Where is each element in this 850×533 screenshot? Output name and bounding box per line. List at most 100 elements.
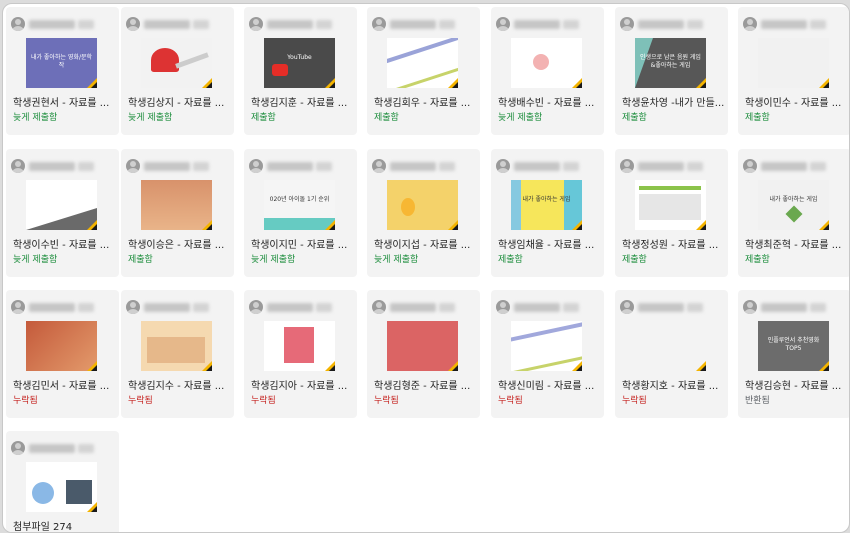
student-name-blurred [638,162,684,171]
submission-card[interactable]: 학생이민수 - 자료를 ... 제출함 [738,7,849,135]
slides-corner-icon [700,365,706,371]
slides-corner-icon [576,224,582,230]
avatar [496,300,510,314]
submission-card[interactable]: 내가 좋아하는 게임학생최준혁 - 자료를 ... 제출함 [738,149,849,277]
submission-title: 학생황지호 - 자료를 ... [622,381,719,392]
attachment-thumbnail[interactable] [758,38,829,88]
submission-card[interactable]: 020년 아이돌 1기 순위 학생이지민 - 자료를 ... 늦게 제출함 [244,149,357,277]
attachment-thumbnail[interactable] [26,462,97,512]
avatar [496,159,510,173]
slides-corner-icon [823,224,829,230]
attachment-thumbnail[interactable]: 내가 좋아하는 영화/문학작 [26,38,97,88]
submission-card[interactable]: 첨부파일 274 [6,431,119,533]
student-name-blurred [439,303,455,312]
student-name-blurred [810,303,826,312]
thumbnail-text: 내가 좋아하는 게임 [769,196,818,203]
attachment-thumbnail[interactable] [141,321,212,371]
student-name-blurred [144,20,190,29]
attachment-thumbnail[interactable] [635,321,706,371]
avatar [126,17,140,31]
submission-card[interactable]: 학생김상지 - 자료를 ... 늦게 제출함 [121,7,234,135]
thumbnail-text: 인생으로 남은 음원 게임&좋아하는 게임 [640,54,701,69]
submission-card[interactable]: 학생배수빈 - 자료를 ... 늦게 제출함 [491,7,604,135]
submission-title: 학생신미림 - 자료를 ... [498,381,595,392]
submission-status: 누락됨 [498,396,523,406]
attachment-thumbnail[interactable] [26,321,97,371]
submission-status: 누락됨 [251,396,276,406]
attachment-thumbnail[interactable]: YouTube [264,38,335,88]
submission-status: 늦게 제출함 [498,113,543,123]
submission-status: 누락됨 [13,396,38,406]
submission-card[interactable]: 학생김민서 - 자료를 ... 누락됨 [6,290,119,418]
attachment-thumbnail[interactable]: 내가 좋아하는 게임 [758,180,829,230]
slides-corner-icon [576,365,582,371]
student-name-blurred [514,303,560,312]
submission-card[interactable]: 내가 좋아하는 게임 학생임채율 - 자료를 ... 제출함 [491,149,604,277]
slides-corner-icon [206,224,212,230]
submission-card[interactable]: 인생으로 남은 음원 게임&좋아하는 게임 학생윤차영 -내가 만들... 제출함 [615,7,728,135]
submission-card[interactable]: 학생신미림 - 자료를 ... 누락됨 [491,290,604,418]
submission-title: 학생김지아 - 자료를 ... [251,381,348,392]
student-name-blurred [267,162,313,171]
submission-card[interactable]: 학생이수빈 - 자료를 ... 늦게 제출함 [6,149,119,277]
submission-title: 학생김형준 - 자료를 ... [374,381,471,392]
attachment-thumbnail[interactable] [635,180,706,230]
avatar [249,300,263,314]
submission-card[interactable]: 학생이지섭 - 자료를 ... 늦게 제출함 [367,149,480,277]
attachment-thumbnail[interactable] [387,321,458,371]
student-name-blurred [29,303,75,312]
submission-card[interactable]: 학생김회우 - 자료를 ... 제출함 [367,7,480,135]
submission-status: 반환됨 [745,396,770,406]
submission-status: 늦게 제출함 [251,255,296,265]
submission-card[interactable]: 학생정성원 - 자료를 ... 제출함 [615,149,728,277]
student-name-blurred [687,20,703,29]
attachment-thumbnail[interactable]: 인생으로 남은 음원 게임&좋아하는 게임 [635,38,706,88]
attachment-thumbnail[interactable] [141,180,212,230]
avatar [372,159,386,173]
attachment-thumbnail[interactable] [511,321,582,371]
submission-status: 제출함 [745,255,770,265]
submission-title: 첨부파일 274 [13,522,73,533]
slides-corner-icon [91,224,97,230]
submission-title: 학생이승은 - 자료를 ... [128,240,225,251]
submission-card[interactable]: 내가 좋아하는 영화/문학작 학생권현서 - 자료를 ... 늦게 제출함 [6,7,119,135]
submission-status: 늦게 제출함 [128,113,173,123]
slides-corner-icon [329,365,335,371]
submission-title: 학생최준혁 - 자료를 ... [745,240,842,251]
submission-card[interactable]: YouTube 학생김지훈 - 자료를 ... 제출함 [244,7,357,135]
student-name-blurred [78,20,94,29]
attachment-thumbnail[interactable] [387,180,458,230]
attachment-thumbnail[interactable] [511,38,582,88]
attachment-thumbnail[interactable] [264,321,335,371]
student-name-blurred [316,303,332,312]
submission-status: 늦게 제출함 [374,255,419,265]
student-name-blurred [810,20,826,29]
attachment-thumbnail[interactable] [141,38,212,88]
student-name-blurred [316,162,332,171]
submission-card[interactable]: 인플루언서 추천영화 TOP5 학생김승현 - 자료를 ... 반환됨 [738,290,849,418]
avatar [249,17,263,31]
slides-corner-icon [700,224,706,230]
avatar [496,17,510,31]
slides-corner-icon [91,365,97,371]
student-name-blurred [193,162,209,171]
submission-title: 학생김회우 - 자료를 ... [374,98,471,109]
submission-status: 제출함 [251,113,276,123]
attachment-thumbnail[interactable]: 인플루언서 추천영화 TOP5 [758,321,829,371]
slides-corner-icon [823,365,829,371]
submission-card[interactable]: 학생황지호 - 자료를 ... 누락됨 [615,290,728,418]
submission-card[interactable]: 학생이승은 - 자료를 ... 제출함 [121,149,234,277]
avatar [126,159,140,173]
slides-corner-icon [452,82,458,88]
attachment-thumbnail[interactable] [387,38,458,88]
attachment-thumbnail[interactable]: 내가 좋아하는 게임 [511,180,582,230]
attachment-thumbnail[interactable]: 020년 아이돌 1기 순위 [264,180,335,230]
submission-card[interactable]: 학생김지아 - 자료를 ... 누락됨 [244,290,357,418]
submission-card[interactable]: 학생김지수 - 자료를 ... 누락됨 [121,290,234,418]
attachment-thumbnail[interactable] [26,180,97,230]
submission-status: 제출함 [128,255,153,265]
submission-card[interactable]: 학생김형준 - 자료를 ... 누락됨 [367,290,480,418]
submission-status: 제출함 [745,113,770,123]
slides-corner-icon [206,365,212,371]
submission-title: 학생권현서 - 자료를 ... [13,98,110,109]
